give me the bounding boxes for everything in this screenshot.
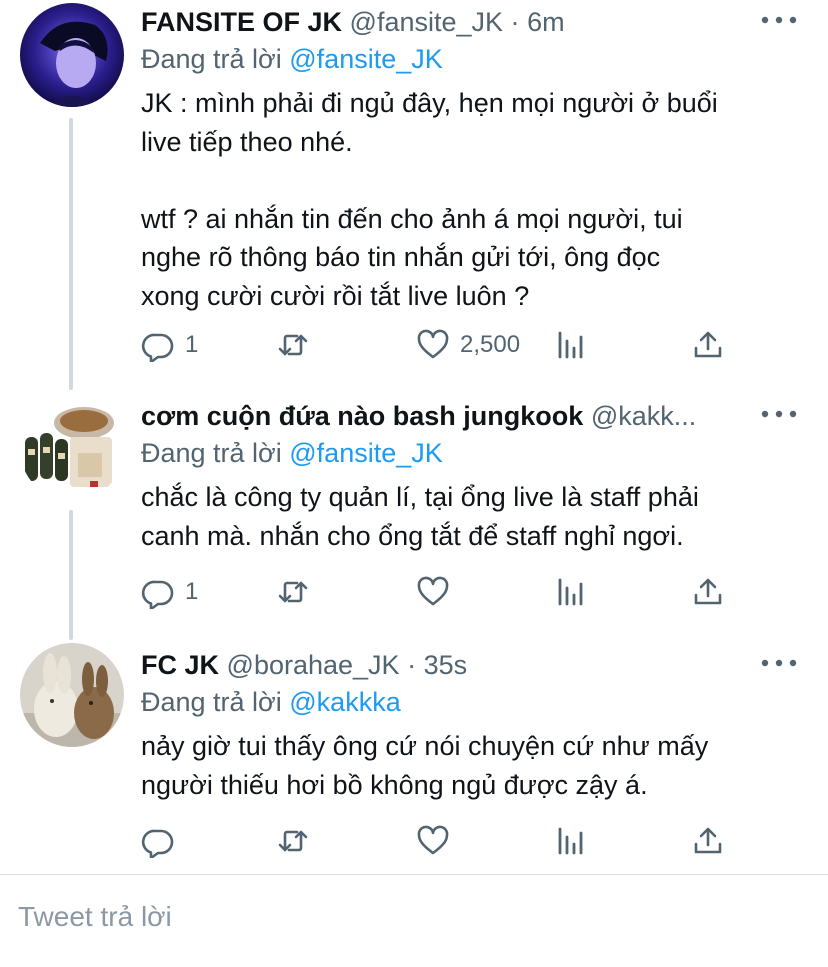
reply-count: 1 (185, 331, 199, 358)
analytics-button[interactable] (555, 325, 589, 365)
tweet-header: FC JK @borahae_JK · 35s (141, 648, 768, 682)
tweet-actions (141, 821, 741, 861)
reply-button[interactable] (141, 821, 185, 861)
more-icon[interactable] (758, 653, 800, 673)
user-handle[interactable]: @kakk... (591, 401, 696, 431)
retweet-button[interactable] (276, 821, 320, 861)
avatar[interactable] (20, 397, 124, 501)
mention-link[interactable]: @kakkka (289, 687, 400, 717)
replying-to-label: Đang trả lời (141, 438, 290, 468)
share-button[interactable] (691, 821, 725, 861)
analytics-icon (558, 827, 583, 855)
analytics-button[interactable] (555, 572, 589, 612)
replying-to-label: Đang trả lời (141, 44, 290, 74)
tweet-header: FANSITE OF JK @fansite_JK · 6m (141, 5, 768, 39)
more-icon[interactable] (758, 10, 800, 30)
mention-link[interactable]: @fansite_JK (289, 438, 442, 468)
share-button[interactable] (691, 572, 725, 612)
replying-to: Đang trả lời @fansite_JK (141, 436, 443, 470)
analytics-icon (558, 578, 583, 606)
tweet-actions: 1 2,500 (141, 325, 741, 365)
replying-to: Đang trả lời @fansite_JK (141, 42, 443, 76)
reply-icon (141, 829, 174, 858)
tweet[interactable]: FANSITE OF JK @fansite_JK · 6m Đang trả … (0, 0, 828, 380)
tweet-header: cơm cuộn đứa nào bash jungkook @kakk... (141, 399, 768, 433)
retweet-icon (278, 581, 308, 603)
like-button[interactable] (416, 821, 460, 861)
tweet[interactable]: cơm cuộn đứa nào bash jungkook @kakk... … (0, 394, 828, 634)
replying-to-label: Đang trả lời (141, 687, 290, 717)
like-icon (417, 329, 449, 359)
tweet[interactable]: FC JK @borahae_JK · 35s Đang trả lời @ka… (0, 643, 828, 873)
mention-link[interactable]: @fansite_JK (289, 44, 442, 74)
like-button[interactable] (416, 572, 460, 612)
tweet-text: chắc là công ty quản lí, tại ổng live là… (141, 482, 699, 551)
retweet-button[interactable] (276, 572, 320, 612)
reply-icon (141, 580, 174, 609)
share-icon (694, 331, 722, 358)
like-icon (417, 825, 449, 855)
share-icon (694, 827, 722, 854)
tweet-text: nảy giờ tui thấy ông cứ nói chuyện cứ nh… (141, 731, 709, 800)
share-button[interactable] (691, 325, 725, 365)
reply-count: 1 (185, 578, 199, 605)
avatar[interactable] (20, 643, 124, 747)
user-handle[interactable]: @borahae_JK (227, 650, 400, 680)
reply-button[interactable]: 1 (141, 325, 198, 365)
reply-composer-input[interactable]: Tweet trả lời (18, 901, 172, 933)
reply-icon (141, 333, 174, 362)
retweet-button[interactable] (276, 325, 320, 365)
like-button[interactable]: 2,500 (416, 325, 520, 365)
tweet-actions: 1 (141, 572, 741, 612)
separator-dot: · (407, 650, 417, 680)
display-name[interactable]: FANSITE OF JK (141, 7, 342, 37)
retweet-icon (278, 830, 308, 852)
analytics-button[interactable] (555, 821, 589, 861)
like-icon (417, 576, 449, 606)
composer-divider (0, 874, 828, 875)
tweet-text: JK : mình phải đi ngủ đây, hẹn mọi người… (141, 88, 718, 311)
separator-dot: · (510, 7, 520, 37)
retweet-icon (278, 334, 308, 356)
display-name[interactable]: FC JK (141, 650, 219, 680)
share-icon (694, 578, 722, 605)
replying-to: Đang trả lời @kakkka (141, 685, 401, 719)
user-handle[interactable]: @fansite_JK (350, 7, 503, 37)
like-count: 2,500 (460, 331, 521, 358)
analytics-icon (558, 331, 583, 359)
display-name[interactable]: cơm cuộn đứa nào bash jungkook (141, 401, 583, 431)
avatar[interactable] (20, 3, 124, 107)
timestamp[interactable]: 35s (424, 650, 468, 680)
timestamp[interactable]: 6m (527, 7, 565, 37)
more-icon[interactable] (758, 404, 800, 424)
reply-button[interactable]: 1 (141, 572, 198, 612)
